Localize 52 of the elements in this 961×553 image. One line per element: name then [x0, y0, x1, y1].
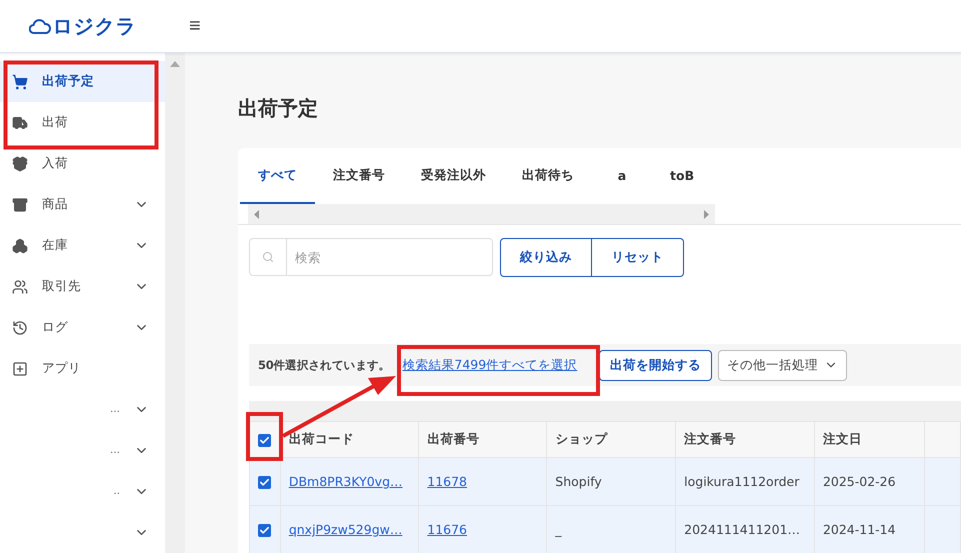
start-shipping-button[interactable]: 出荷を開始する	[599, 350, 712, 380]
table-cell: Shopify	[546, 458, 676, 506]
scroll-up-icon[interactable]	[170, 61, 180, 67]
table-cell: 2025-02-26	[814, 458, 924, 506]
checkbox[interactable]	[258, 524, 271, 538]
checkbox[interactable]	[258, 434, 271, 448]
truncated-label: …	[109, 445, 120, 456]
reset-button[interactable]: リセット	[592, 238, 684, 277]
sidebar-item[interactable]: アプリ	[0, 348, 165, 389]
table-cell: 2024111411201…	[676, 506, 814, 553]
scroll-left-icon[interactable]	[254, 210, 259, 218]
tab[interactable]: 受発注以外	[403, 148, 504, 204]
scroll-right-icon[interactable]	[704, 210, 709, 218]
column-header: 注文番号	[676, 422, 814, 458]
sidebar-item[interactable]: …	[0, 389, 165, 430]
column-header: 出荷コード	[280, 422, 419, 458]
table-cell: 2024-11-14	[814, 506, 924, 553]
sidebar-item[interactable]: ログ	[0, 307, 165, 348]
column-header: 出荷番号	[418, 422, 547, 458]
sidebar-item[interactable]: 在庫	[0, 225, 165, 266]
sidebar-item[interactable]: 出荷	[0, 102, 165, 143]
table-cell: _	[546, 506, 676, 553]
table-link[interactable]: 11676	[427, 522, 468, 537]
menu-button[interactable]: ≡	[185, 14, 205, 38]
checkbox[interactable]	[258, 476, 271, 490]
table-link[interactable]: qnxjP9zw529gw…	[288, 522, 402, 537]
truncated-label: ‥	[112, 486, 120, 497]
tab[interactable]: a	[592, 148, 652, 204]
highlight-frame	[246, 412, 283, 461]
bulk-actions-dropdown[interactable]: その他一括処理	[718, 350, 848, 380]
sidebar-item[interactable]: 入荷	[0, 143, 165, 184]
selection-message: 50件選択されています。	[258, 358, 390, 372]
select-all-link[interactable]: 検索結果7499件すべてを選択	[402, 356, 578, 374]
table-link[interactable]: DBm8PR3KY0vg…	[288, 474, 403, 489]
cloud-icon	[28, 18, 50, 34]
tab[interactable]: toB	[652, 148, 712, 204]
table-link[interactable]: 11678	[427, 474, 468, 489]
sidebar-item[interactable]: 取引先	[0, 266, 165, 307]
sidebar-item[interactable]: 商品	[0, 184, 165, 225]
table-cell: logikura1112order	[676, 458, 814, 506]
search-icon	[262, 251, 274, 263]
sidebar-item[interactable]: ‥	[0, 471, 165, 512]
tab[interactable]: 出荷待ち	[504, 148, 592, 204]
page-title: 出荷予定	[238, 95, 319, 122]
column-header: ショップ	[546, 422, 676, 458]
tab[interactable]: 注文番号	[315, 148, 403, 204]
column-header: 注文日	[814, 422, 924, 458]
search-field[interactable]: 検索	[249, 238, 493, 276]
filter-button[interactable]: 絞り込み	[500, 238, 592, 277]
sidebar-item[interactable]: …	[0, 430, 165, 471]
logo: ロジクラ	[0, 12, 165, 40]
truncated-label: …	[109, 404, 120, 415]
